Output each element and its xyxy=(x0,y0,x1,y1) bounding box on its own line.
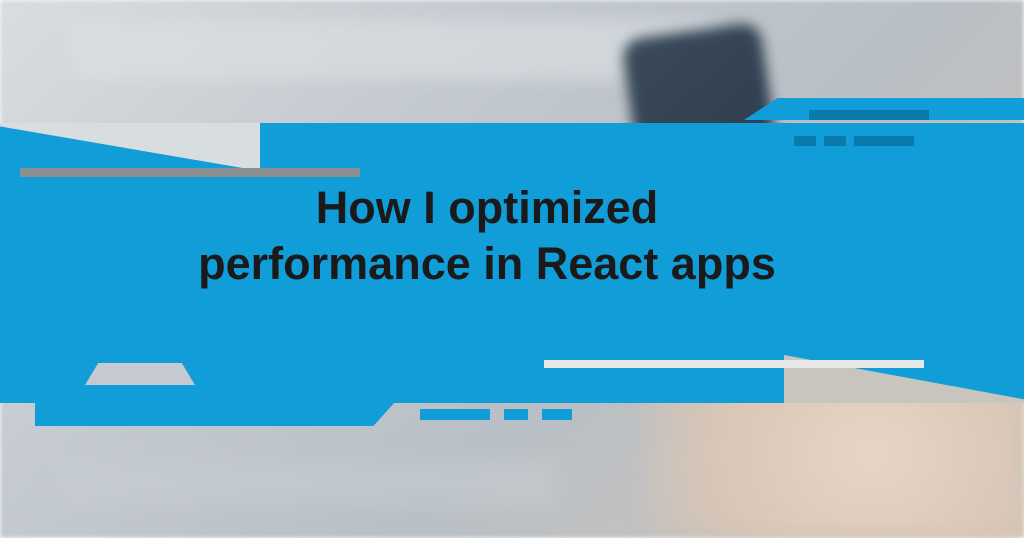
decorative-accent xyxy=(809,110,929,120)
decorative-accent xyxy=(35,402,395,426)
decorative-dashes xyxy=(794,136,914,146)
decorative-accent xyxy=(544,360,924,368)
decorative-notch xyxy=(85,363,195,385)
decorative-dashes xyxy=(420,409,572,420)
banner-title: How I optimized performance in React app… xyxy=(0,180,1024,293)
title-banner: How I optimized performance in React app… xyxy=(0,98,1024,428)
decorative-accent xyxy=(20,168,360,177)
